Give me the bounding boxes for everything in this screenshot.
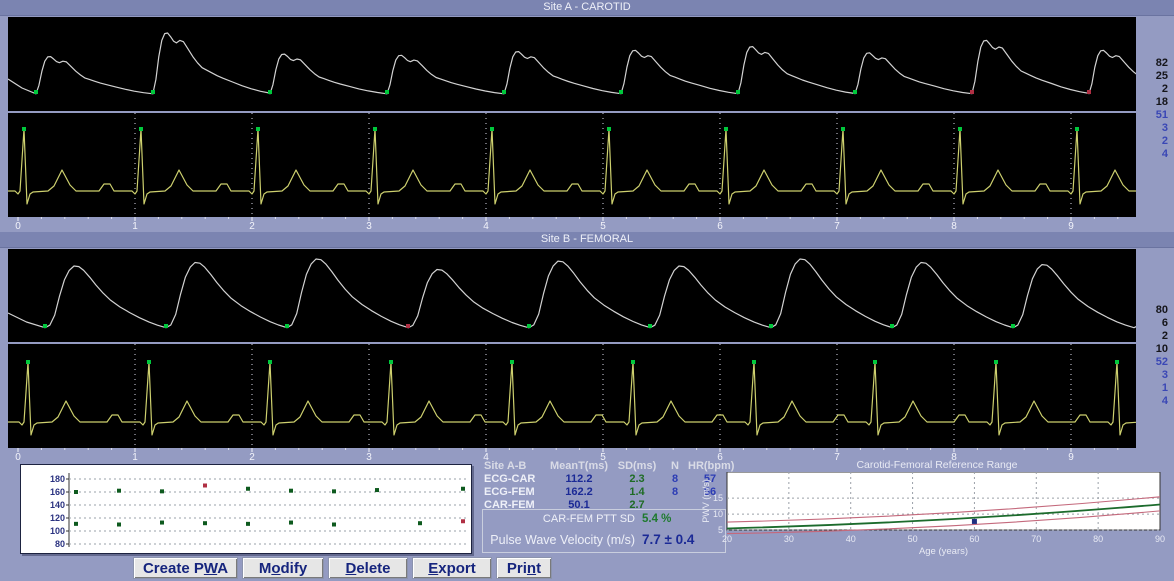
- signal-value: 52: [1138, 356, 1168, 369]
- site-b-ecg-panel: [8, 344, 1136, 448]
- ref-x-tick: 80: [1093, 534, 1103, 544]
- site-a-time-axis: 0 1 2 3 4 5 6 7 8 9: [0, 217, 1174, 232]
- col-header-sd: SD(ms): [612, 460, 662, 473]
- sd-value: 1.4: [612, 486, 662, 499]
- site-a-ecg-panel: [8, 113, 1136, 217]
- ptt-sd-value: 5.4 %: [642, 513, 671, 525]
- col-header-n: N: [662, 460, 688, 473]
- signal-value: 80: [1138, 304, 1168, 317]
- sd-value: 2.3: [612, 473, 662, 486]
- ref-y-tick: 10: [713, 509, 723, 519]
- signal-value: 4: [1138, 395, 1168, 408]
- site-a-ecg-waveform: [8, 113, 1136, 217]
- modify-button[interactable]: Modify: [242, 557, 324, 579]
- signal-value: 25: [1138, 70, 1168, 83]
- trend-y-tick: 160: [50, 487, 65, 497]
- time-axis-label: 0: [15, 452, 21, 462]
- signal-value: 10: [1138, 343, 1168, 356]
- signal-value: 2: [1138, 330, 1168, 343]
- row-label: ECG-CAR: [480, 473, 546, 486]
- time-axis-label: 2: [249, 221, 255, 232]
- signal-value: 82: [1138, 57, 1168, 70]
- site-a-title-bar: Site A - CAROTID: [0, 0, 1174, 16]
- time-axis-label: 8: [951, 221, 957, 232]
- delete-button[interactable]: Delete: [328, 557, 408, 579]
- button-bar: Create PWA Modify Delete Export Print: [133, 557, 556, 579]
- time-axis-label: 1: [132, 221, 138, 232]
- time-axis-label: 3: [366, 452, 372, 462]
- trend-y-tick: 180: [50, 474, 65, 484]
- n-value: 8: [662, 486, 688, 499]
- time-axis-label: 7: [834, 221, 840, 232]
- pwv-label: Pulse Wave Velocity (m/s): [483, 533, 635, 547]
- reference-chart-title: Carotid-Femoral Reference Range: [700, 459, 1174, 471]
- carotid-waveform: [8, 17, 1136, 111]
- ref-x-tick: 40: [846, 534, 856, 544]
- meant-value: 162.2: [546, 486, 612, 499]
- ref-x-tick: 70: [1031, 534, 1041, 544]
- ref-x-tick: 20: [722, 534, 732, 544]
- meant-value: 112.2: [546, 473, 612, 486]
- ref-x-tick: 30: [784, 534, 794, 544]
- ref-x-axis-label: Age (years): [919, 546, 968, 557]
- print-button[interactable]: Print: [496, 557, 552, 579]
- ref-x-tick: 50: [908, 534, 918, 544]
- reference-range-chart: 510152030405060708090Age (years)PWV (m/s…: [700, 472, 1174, 558]
- signal-value: 3: [1138, 122, 1168, 135]
- site-b-pressure-panel: [8, 249, 1136, 342]
- ref-x-tick: 90: [1155, 534, 1165, 544]
- col-header-meant: MeanT(ms): [546, 460, 612, 473]
- time-axis-label: 4: [483, 221, 489, 232]
- trend-y-tick: 120: [50, 513, 65, 523]
- create-pwa-button[interactable]: Create PWA: [133, 557, 238, 579]
- n-value: 8: [662, 473, 688, 486]
- results-box: CAR-FEM PTT SD 5.4 % Pulse Wave Velocity…: [482, 509, 726, 553]
- site-b-title: Site B - FEMORAL: [541, 233, 633, 245]
- trend-y-tick: 100: [50, 526, 65, 536]
- trend-y-tick: 80: [55, 539, 65, 549]
- signal-value: 18: [1138, 96, 1168, 109]
- site-b-title-bar: Site B - FEMORAL: [0, 232, 1174, 248]
- patient-point: [972, 519, 977, 524]
- site-b-ecg-waveform: [8, 344, 1136, 448]
- ref-y-tick: 15: [713, 493, 723, 503]
- signal-value: 1: [1138, 382, 1168, 395]
- pwv-analysis-screen: Site A - CAROTID 0123456789 822521851324…: [0, 0, 1174, 581]
- signal-value: 6: [1138, 317, 1168, 330]
- trend-y-tick: 140: [50, 500, 65, 510]
- site-a-pressure-panel: [8, 17, 1136, 111]
- site-a-title: Site A - CAROTID: [543, 1, 630, 13]
- stats-table: Site A-B MeanT(ms) SD(ms) N HR(bpm) ECG-…: [480, 460, 732, 512]
- time-axis-label: 2: [249, 452, 255, 462]
- time-axis-label: 9: [1068, 221, 1074, 232]
- time-axis-label: 1: [132, 452, 138, 462]
- signal-value: 4: [1138, 148, 1168, 161]
- row-label: ECG-FEM: [480, 486, 546, 499]
- col-header-site: Site A-B: [480, 460, 546, 473]
- time-axis-label: 6: [717, 221, 723, 232]
- time-axis-label: 0: [15, 221, 21, 232]
- site-b-signal-values: 80621052314: [1138, 304, 1168, 408]
- signal-value: 3: [1138, 369, 1168, 382]
- signal-value: 51: [1138, 109, 1168, 122]
- femoral-waveform: [8, 249, 1136, 342]
- ref-x-tick: 60: [969, 534, 979, 544]
- time-axis-label: 5: [600, 221, 606, 232]
- ptt-sd-label: CAR-FEM PTT SD: [483, 513, 635, 525]
- signal-value: 2: [1138, 83, 1168, 96]
- pwv-value: 7.7 ± 0.4: [642, 532, 694, 547]
- time-axis-label: 3: [366, 221, 372, 232]
- signal-value: 2: [1138, 135, 1168, 148]
- site-a-signal-values: 822521851324: [1138, 57, 1168, 161]
- ref-y-axis-label: PWV (m/s): [701, 479, 711, 523]
- export-button[interactable]: Export: [412, 557, 492, 579]
- beat-interval-trend-chart: 180 160 140 120 100 80: [20, 464, 472, 554]
